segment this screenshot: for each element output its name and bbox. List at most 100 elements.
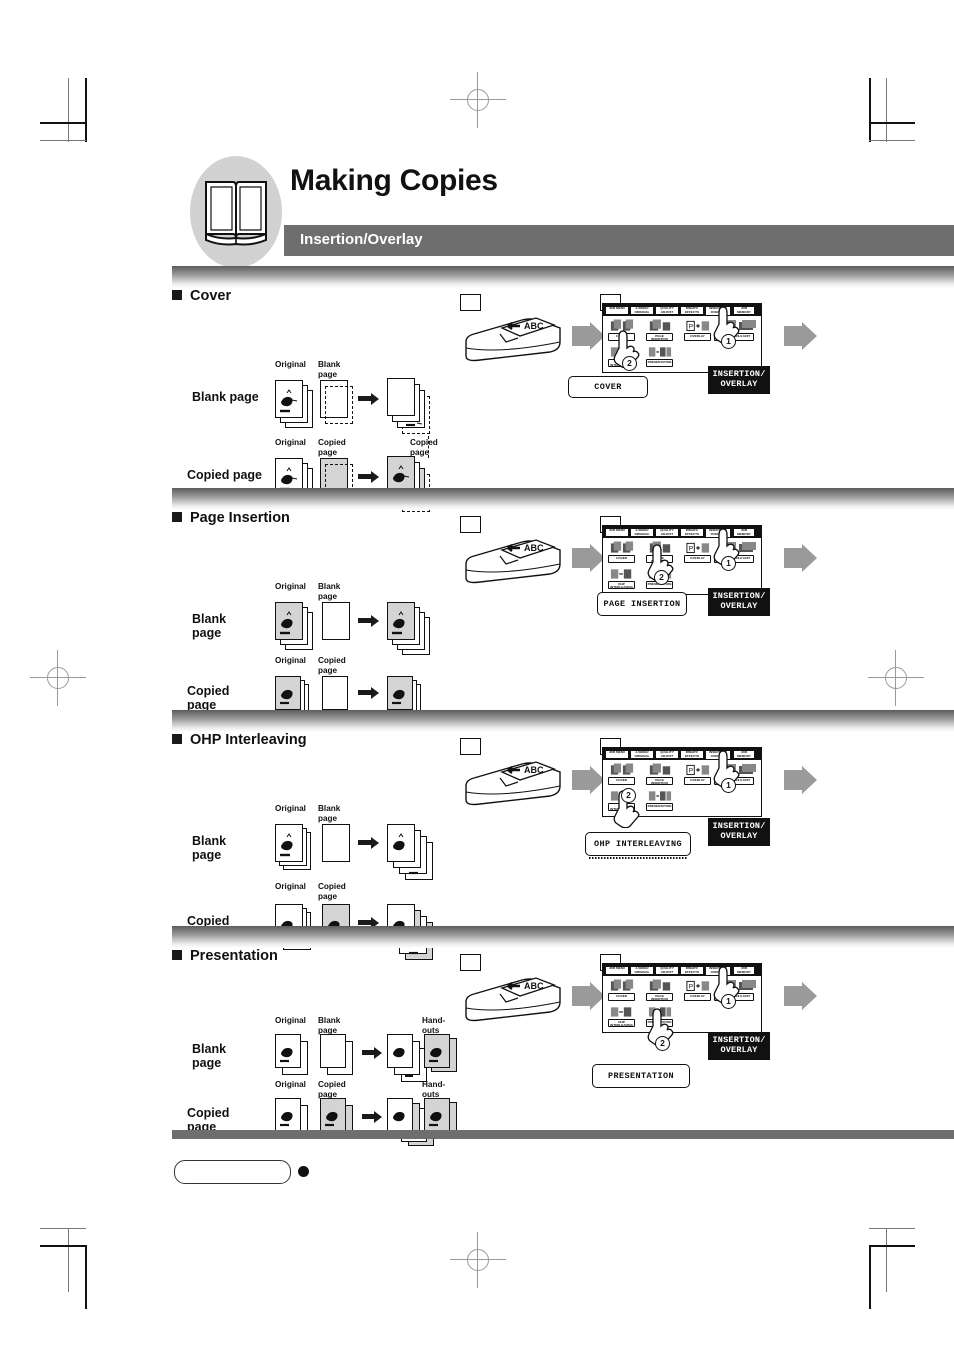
row-label-copied-page: Copied page bbox=[187, 684, 230, 712]
step-number-1: 1 bbox=[721, 994, 736, 1009]
step-number-2: 2 bbox=[654, 570, 669, 585]
panel-button-cover[interactable]: COVER bbox=[608, 555, 635, 563]
bullet-square-icon bbox=[172, 290, 182, 300]
col-label-copied-page: Copied page bbox=[318, 438, 346, 457]
panel-button-presentation[interactable]: PRESENTATION bbox=[646, 803, 673, 811]
col-label-original-2: Original bbox=[275, 656, 306, 665]
panel-button-overlay[interactable]: OVERLAY bbox=[684, 777, 711, 785]
panel-button-ohp-interleaving[interactable]: OHP INTERLEAVING bbox=[608, 581, 635, 589]
bullet-square-icon bbox=[172, 512, 182, 522]
tab-job-menu[interactable]: JOB MENU bbox=[605, 965, 629, 975]
col-label-copied-page: Copied page bbox=[318, 882, 346, 901]
page-title: Making Copies bbox=[290, 164, 498, 197]
callout-cover-button: COVER bbox=[568, 376, 648, 398]
open-book-icon bbox=[190, 156, 282, 268]
tab-binary[interactable]: BINARY/ EFFECTS bbox=[680, 305, 704, 315]
tab-2-sided[interactable]: 2-SIDED/ ORIGINAL bbox=[630, 965, 654, 975]
tab-quality[interactable]: QUALITY ADJUST bbox=[655, 305, 679, 315]
svg-text:P: P bbox=[689, 768, 693, 775]
svg-text:P: P bbox=[689, 984, 693, 991]
tab-job-menu[interactable]: JOB MENU bbox=[605, 305, 629, 315]
tab-binary[interactable]: BINARY/ EFFECTS bbox=[680, 527, 704, 537]
tab-binary[interactable]: BINARY/ EFFECTS bbox=[680, 749, 704, 759]
panel-button-overlay[interactable]: OVERLAY bbox=[684, 993, 711, 1001]
panel-button-cover[interactable]: COVER bbox=[608, 777, 635, 785]
callout-insertion-overlay: INSERTION/ OVERLAY bbox=[708, 818, 770, 846]
panel-button-overlay[interactable]: OVERLAY bbox=[684, 333, 711, 341]
row-label-blank-page: Blank page bbox=[192, 390, 259, 404]
callout-text: OHP INTERLEAVING bbox=[593, 838, 682, 849]
section-title-cover: Cover bbox=[172, 288, 231, 304]
tab-job-menu[interactable]: JOB MENU bbox=[605, 749, 629, 759]
panel-button-page-insertion[interactable]: PAGE INSERTION bbox=[646, 993, 673, 1001]
col-label-original: Original bbox=[275, 1016, 306, 1025]
sheet-blank-insert-1 bbox=[322, 602, 350, 640]
bullet-square-icon bbox=[172, 734, 182, 744]
section-divider-bar bbox=[172, 926, 954, 948]
step-box-1 bbox=[460, 738, 482, 756]
flow-arrow-icon-end-2 bbox=[784, 544, 817, 572]
callout-presentation-button: PRESENTATION bbox=[592, 1064, 690, 1088]
row-label-blank-page: Blank page bbox=[192, 612, 227, 640]
step-number-1: 1 bbox=[721, 556, 736, 571]
cover-pages-icon bbox=[610, 541, 634, 553]
bullet-square-icon bbox=[172, 950, 182, 960]
presentation-icon bbox=[648, 347, 672, 357]
tab-quality[interactable]: QUALITY ADJUST bbox=[655, 749, 679, 759]
overlay-icon: P bbox=[686, 542, 710, 554]
row-label-blank-page: Blank page bbox=[192, 834, 227, 862]
callout-line-1: INSERTION/ bbox=[709, 591, 769, 601]
header-subtitle-bar: Insertion/Overlay bbox=[284, 225, 954, 256]
step-box-1 bbox=[460, 294, 482, 312]
registration-mark-top bbox=[450, 72, 506, 128]
callout-line-2: OVERLAY bbox=[709, 379, 769, 389]
section-title-ohp-interleaving: OHP Interleaving bbox=[172, 732, 307, 748]
overlay-icon: P bbox=[686, 320, 710, 332]
tab-2-sided[interactable]: 2-SIDED/ ORIGINAL bbox=[630, 305, 654, 315]
callout-line-2: OVERLAY bbox=[709, 1045, 769, 1055]
panel-button-overlay[interactable]: OVERLAY bbox=[684, 555, 711, 563]
section-divider-bar bbox=[172, 710, 954, 732]
col-label-original: Original bbox=[275, 360, 306, 369]
panel-button-cover[interactable]: COVER bbox=[608, 993, 635, 1001]
panel-button-presentation[interactable]: PRESENTATION bbox=[646, 359, 673, 367]
tab-binary[interactable]: BINARY/ EFFECTS bbox=[680, 965, 704, 975]
cover-pages-icon bbox=[610, 979, 634, 991]
overlay-icon: P bbox=[686, 764, 710, 776]
svg-text:P: P bbox=[689, 324, 693, 331]
col-label-handouts-2: Hand-outs bbox=[422, 1080, 446, 1099]
page-header: Making Copies Insertion/Overlay bbox=[172, 156, 954, 268]
registration-mark-bottom bbox=[450, 1232, 506, 1288]
presentation-icon bbox=[648, 791, 672, 801]
callout-line-2: OVERLAY bbox=[709, 601, 769, 611]
callout-ohp-interleaving-button: OHP INTERLEAVING bbox=[585, 832, 691, 859]
section-divider-bar bbox=[172, 488, 954, 510]
callout-line-1: INSERTION/ bbox=[709, 821, 769, 831]
svg-text:ABC: ABC bbox=[524, 321, 544, 331]
callout-line-1: INSERTION/ bbox=[709, 369, 769, 379]
col-label-blank-page: Blank page bbox=[318, 360, 341, 379]
section-divider-bar bbox=[172, 266, 954, 288]
registration-mark-left bbox=[30, 650, 86, 706]
panel-button-page-insertion[interactable]: PAGE INSERTION bbox=[646, 777, 673, 785]
tab-2-sided[interactable]: 2-SIDED/ ORIGINAL bbox=[630, 527, 654, 537]
sheet-copied-insert-2 bbox=[322, 676, 348, 710]
tab-quality[interactable]: QUALITY ADJUST bbox=[655, 527, 679, 537]
tab-job-menu[interactable]: JOB MENU bbox=[605, 527, 629, 537]
callout-insertion-overlay: INSERTION/ OVERLAY bbox=[708, 588, 770, 616]
col-label-original-2: Original bbox=[275, 882, 306, 891]
tab-2-sided[interactable]: 2-SIDED/ ORIGINAL bbox=[630, 749, 654, 759]
flow-arrow-icon bbox=[572, 544, 605, 572]
panel-button-page-insertion[interactable]: PAGE INSERTION bbox=[646, 333, 673, 341]
step-number-2: 2 bbox=[655, 1036, 670, 1051]
ohp-interleaving-icon bbox=[610, 1007, 632, 1017]
page-insertion-icon bbox=[649, 979, 671, 991]
flow-arrow-icon bbox=[572, 322, 605, 350]
footer-page-label bbox=[174, 1160, 291, 1184]
tab-quality[interactable]: QUALITY ADJUST bbox=[655, 965, 679, 975]
svg-text:P: P bbox=[689, 546, 693, 553]
row-label-blank-page: Blank page bbox=[192, 1042, 227, 1070]
panel-button-ohp-interleaving[interactable]: OHP INTERLEAVING bbox=[608, 1019, 635, 1027]
step-number-1: 1 bbox=[721, 778, 736, 793]
callout-page-insertion-button: PAGE INSERTION bbox=[597, 592, 687, 616]
